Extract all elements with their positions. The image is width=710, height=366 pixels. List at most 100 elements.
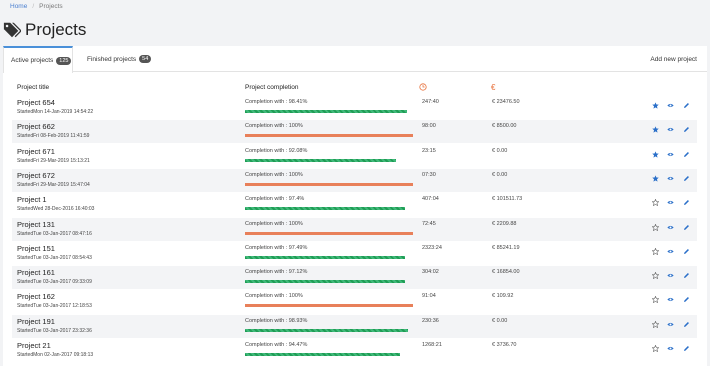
- pencil-icon[interactable]: [683, 296, 690, 303]
- star-icon[interactable]: [652, 199, 659, 207]
- table-row: Project 662 StartedFri 08-Feb-2019 11:41:…: [12, 120, 697, 144]
- project-amount: € 0.00: [492, 147, 508, 154]
- pencil-icon[interactable]: [683, 102, 690, 109]
- eye-icon[interactable]: [667, 175, 674, 182]
- table-row: Project 161 StartedTue 03-Jan-2017 09:33:…: [12, 266, 697, 290]
- breadcrumb-current: Projects: [39, 3, 63, 10]
- pencil-icon[interactable]: [683, 224, 690, 231]
- table-row: Project 162 StartedTue 03-Jan-2017 12:18:…: [12, 290, 697, 314]
- pencil-icon[interactable]: [683, 272, 690, 279]
- project-title[interactable]: Project 191: [17, 317, 55, 326]
- table-row: Project 191 StartedTue 03-Jan-2017 23:32:…: [12, 314, 697, 338]
- eye-icon[interactable]: [667, 224, 674, 231]
- completion-text: Completion with : 94.47%: [245, 342, 308, 348]
- time-spent: 2323:24: [422, 244, 442, 251]
- completion-progress-bar: [245, 255, 405, 259]
- table-row: Project 671 StartedFri 29-Mar-2019 15:13:…: [12, 144, 697, 168]
- eye-icon[interactable]: [667, 199, 674, 206]
- tab-active-projects[interactable]: Active projects 125: [3, 46, 73, 73]
- completion-text: Completion with : 100%: [245, 220, 303, 227]
- star-icon[interactable]: [652, 296, 659, 304]
- column-project-completion: Project completion: [245, 84, 299, 91]
- completion-text: Completion with : 98.41%: [245, 99, 308, 105]
- pencil-icon[interactable]: [683, 126, 690, 133]
- project-title[interactable]: Project 672: [17, 171, 55, 180]
- tab-finished-projects[interactable]: Finished projects 54: [87, 46, 152, 72]
- project-amount: € 2209.88: [492, 220, 517, 227]
- star-icon[interactable]: [652, 272, 659, 280]
- column-money-icon: €: [491, 83, 496, 92]
- eye-icon[interactable]: [667, 126, 674, 133]
- project-started: StartedTue 03-Jan-2017 08:47:16: [17, 230, 92, 237]
- column-project-title: Project title: [17, 84, 50, 91]
- star-filled-icon[interactable]: [652, 102, 659, 109]
- breadcrumb-home-link[interactable]: Home: [10, 3, 27, 10]
- add-new-project-link[interactable]: Add new project: [650, 56, 697, 63]
- tags-icon: [3, 22, 21, 37]
- time-spent: 304:02: [422, 269, 439, 276]
- projects-card: Active projects 125 Finished projects 54 A…: [3, 46, 707, 366]
- eye-icon[interactable]: [667, 345, 674, 352]
- completion-text: Completion with : 100%: [245, 171, 303, 178]
- star-filled-icon[interactable]: [652, 175, 659, 182]
- project-title[interactable]: Project 654: [17, 98, 55, 107]
- completion-progress-bar: [245, 304, 413, 308]
- eye-icon[interactable]: [667, 321, 674, 328]
- project-started: StartedTue 03-Jan-2017 09:33:09: [17, 279, 92, 286]
- completion-progress-bar: [245, 134, 413, 138]
- eye-icon[interactable]: [667, 248, 674, 255]
- project-title[interactable]: Project 671: [17, 147, 55, 156]
- project-title[interactable]: Project 1: [17, 195, 47, 204]
- completion-text: Completion with : 97.12%: [245, 269, 308, 276]
- project-amount: € 16854.00: [492, 269, 520, 276]
- pencil-icon[interactable]: [683, 151, 690, 158]
- table-row: Project 131 StartedTue 03-Jan-2017 08:47:…: [12, 217, 697, 241]
- star-icon[interactable]: [652, 320, 659, 328]
- star-filled-icon[interactable]: [652, 150, 659, 158]
- project-title[interactable]: Project 662: [17, 122, 55, 131]
- pencil-icon[interactable]: [683, 248, 690, 255]
- page-title: Projects: [25, 19, 87, 39]
- star-icon[interactable]: [652, 345, 659, 352]
- eye-icon[interactable]: [667, 272, 674, 279]
- completion-text: Completion with : 97.4%: [245, 196, 305, 203]
- project-title[interactable]: Project 21: [17, 341, 51, 350]
- completion-progress-bar: [245, 353, 400, 356]
- project-amount: € 23476.50: [492, 99, 520, 105]
- pencil-icon[interactable]: [683, 345, 690, 352]
- completion-progress-bar: [245, 280, 405, 284]
- star-filled-icon[interactable]: [652, 126, 659, 133]
- table-header: Project title Project completion €: [3, 81, 707, 95]
- time-spent: 91:04: [422, 293, 436, 300]
- project-amount: € 109.92: [492, 293, 514, 300]
- completion-progress-bar: [245, 158, 396, 162]
- pencil-icon[interactable]: [683, 199, 690, 206]
- completion-progress-bar: [245, 207, 405, 211]
- project-title[interactable]: Project 131: [17, 220, 55, 229]
- time-spent: 407:04: [422, 196, 439, 203]
- eye-icon[interactable]: [667, 102, 674, 109]
- eye-icon[interactable]: [667, 296, 674, 303]
- star-icon[interactable]: [652, 223, 659, 231]
- column-time: [419, 83, 427, 93]
- time-spent: 98:00: [422, 123, 436, 130]
- project-started: StartedTue 03-Jan-2017 12:18:53: [17, 303, 92, 310]
- star-icon[interactable]: [652, 247, 659, 255]
- tab-label: Active projects: [11, 57, 54, 64]
- page-header: Projects: [0, 13, 710, 46]
- time-spent: 247:40: [422, 99, 439, 105]
- completion-text: Completion with : 100%: [245, 123, 303, 130]
- project-title[interactable]: Project 161: [17, 268, 55, 277]
- pencil-icon[interactable]: [683, 175, 690, 182]
- project-title[interactable]: Project 151: [17, 244, 55, 253]
- eye-icon[interactable]: [667, 151, 674, 158]
- completion-text: Completion with : 97.49%: [245, 244, 308, 251]
- table-row: Project 1 StartedWed 28-Dec-2016 16:40:03…: [12, 193, 697, 217]
- table-row: Project 672 StartedFri 29-Mar-2019 15:47:…: [12, 168, 697, 192]
- pencil-icon[interactable]: [683, 321, 690, 328]
- project-amount: € 8500.00: [492, 123, 517, 130]
- project-started: StartedWed 28-Dec-2016 16:40:03: [17, 206, 95, 213]
- project-started: StartedTue 03-Jan-2017 23:32:36: [17, 327, 92, 334]
- completion-text: Completion with : 98.93%: [245, 317, 308, 324]
- project-title[interactable]: Project 162: [17, 292, 55, 301]
